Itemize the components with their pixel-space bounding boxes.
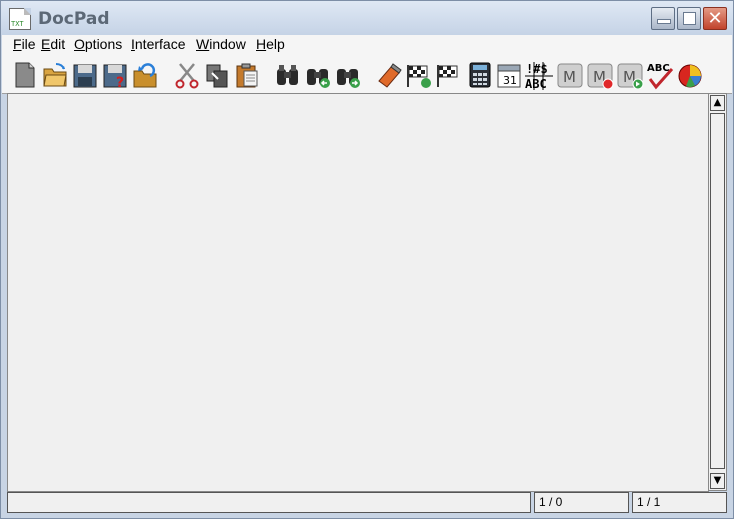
spellcheck-text: ABC bbox=[647, 63, 670, 74]
character-map-icon[interactable]: !#$ ABC bbox=[524, 61, 553, 91]
find-previous-icon[interactable] bbox=[304, 61, 330, 89]
status-position: 1 / 0 bbox=[534, 492, 629, 513]
close-icon: ✕ bbox=[707, 8, 723, 29]
open-folder-icon[interactable] bbox=[42, 61, 68, 89]
macro-letter: M bbox=[563, 68, 576, 86]
vertical-scrollbar[interactable]: ▲ ▼ bbox=[708, 93, 727, 491]
flag-icon[interactable] bbox=[434, 61, 460, 89]
text-editor-area[interactable] bbox=[7, 93, 709, 492]
paste-icon[interactable] bbox=[234, 61, 260, 89]
save-as-icon[interactable]: ? bbox=[102, 61, 128, 89]
calendar-icon[interactable]: 31 bbox=[496, 61, 522, 89]
eraser-icon[interactable] bbox=[376, 61, 402, 89]
menu-help[interactable]: Help bbox=[256, 36, 285, 52]
toolbar: ? 31 !#$ ABC M M M ABC bbox=[2, 55, 732, 94]
app-icon-text: TXT bbox=[11, 20, 24, 28]
close-button[interactable]: ✕ bbox=[703, 7, 727, 30]
charmap-top-text: !#$ bbox=[526, 62, 548, 76]
new-document-icon[interactable] bbox=[12, 61, 38, 89]
spellcheck-icon[interactable]: ABC bbox=[646, 61, 674, 90]
scroll-thumb[interactable] bbox=[710, 113, 725, 469]
reload-icon[interactable] bbox=[132, 61, 158, 89]
docpad-app-icon[interactable]: TXT bbox=[9, 8, 31, 30]
macro-icon[interactable]: M bbox=[557, 61, 583, 89]
menu-bar: File Edit Options Interface Window Help bbox=[2, 35, 732, 55]
menu-edit[interactable]: Edit bbox=[41, 36, 65, 52]
macro-record-icon[interactable]: M bbox=[587, 61, 614, 89]
cut-icon[interactable] bbox=[174, 61, 200, 89]
menu-options[interactable]: Options bbox=[74, 36, 122, 52]
status-page: 1 / 1 bbox=[632, 492, 727, 513]
menu-window[interactable]: Window bbox=[196, 36, 246, 52]
menu-interface[interactable]: Interface bbox=[131, 36, 185, 52]
find-next-icon[interactable] bbox=[334, 61, 360, 89]
copy-icon[interactable] bbox=[204, 61, 230, 89]
app-window: TXT DocPad ✕ File Edit Options Interface… bbox=[0, 0, 734, 519]
pie-chart-icon[interactable] bbox=[677, 61, 703, 89]
save-icon[interactable] bbox=[72, 61, 98, 89]
status-bar: 1 / 0 1 / 1 bbox=[7, 492, 729, 514]
goto-flag-icon[interactable] bbox=[404, 61, 431, 89]
scroll-up-button[interactable]: ▲ bbox=[710, 95, 725, 111]
status-message bbox=[7, 492, 531, 513]
title-bar[interactable]: TXT DocPad ✕ bbox=[1, 1, 733, 35]
menu-file[interactable]: File bbox=[13, 36, 36, 52]
macro-play-icon[interactable]: M bbox=[617, 61, 644, 89]
window-title: DocPad bbox=[38, 9, 110, 29]
scroll-down-button[interactable]: ▼ bbox=[710, 473, 725, 489]
calculator-icon[interactable] bbox=[468, 61, 494, 89]
svg-text:?: ? bbox=[116, 75, 124, 89]
calendar-day-text: 31 bbox=[503, 74, 517, 87]
minimize-button[interactable] bbox=[651, 7, 675, 30]
maximize-button[interactable] bbox=[677, 7, 701, 30]
find-icon[interactable] bbox=[274, 61, 300, 89]
